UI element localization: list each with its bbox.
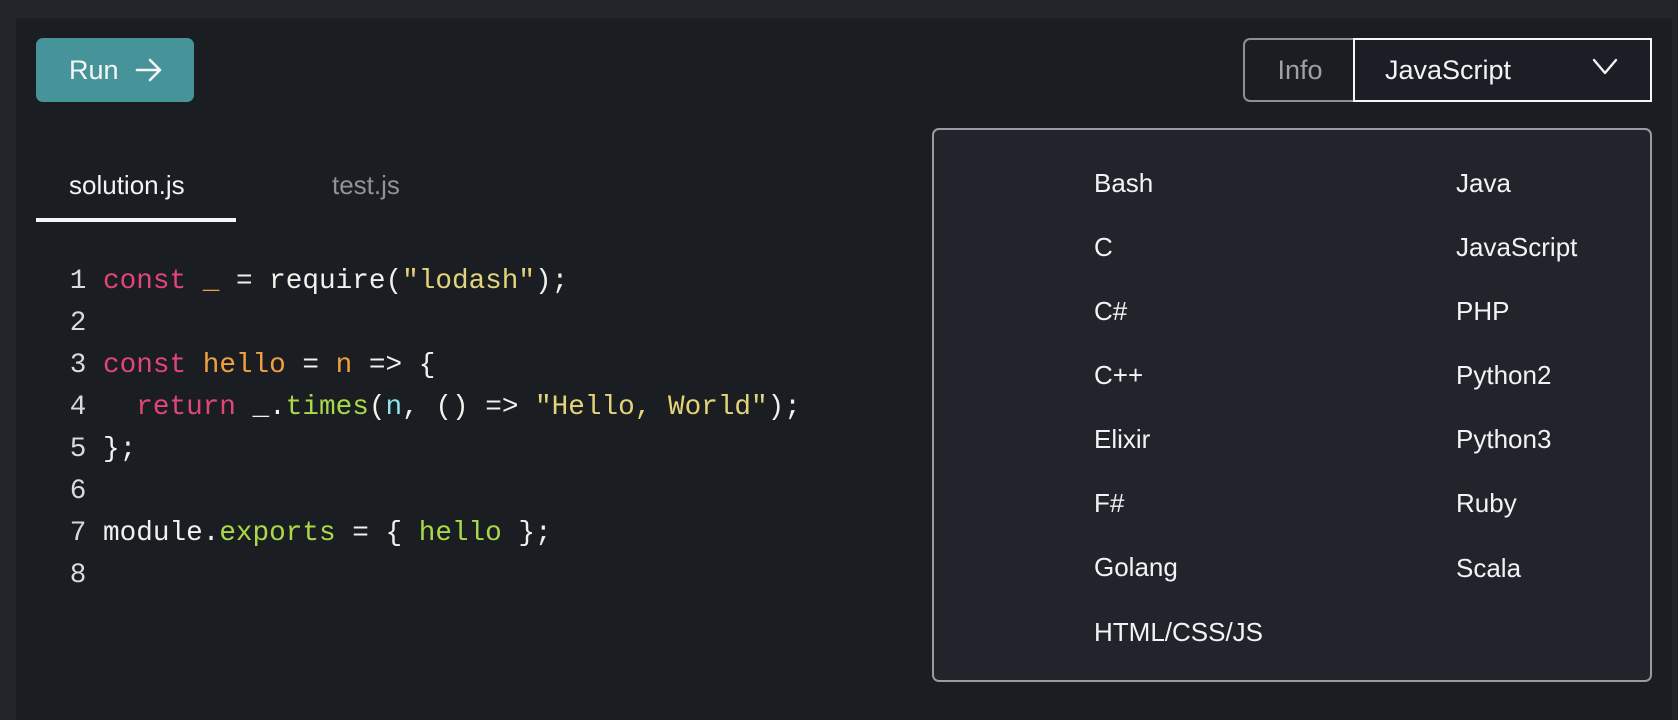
line-number: 5 bbox=[69, 434, 103, 465]
language-option-label: PHP bbox=[1456, 296, 1510, 326]
run-button[interactable]: Run bbox=[36, 38, 194, 102]
code-token: hello bbox=[418, 518, 502, 549]
language-option-ruby[interactable]: Ruby bbox=[1428, 472, 1628, 536]
code-token: = bbox=[285, 350, 336, 381]
language-option-python3[interactable]: Python3 bbox=[1428, 408, 1628, 472]
language-option-label: F# bbox=[1094, 488, 1125, 518]
code-line: 7 module.exports = { hello }; bbox=[60, 513, 801, 555]
line-source: module.exports = { hello }; bbox=[103, 513, 552, 555]
language-option-label: Ruby bbox=[1456, 488, 1517, 518]
language-option-label: C# bbox=[1094, 296, 1128, 326]
language-option-php[interactable]: PHP bbox=[1428, 280, 1628, 344]
code-token: = { bbox=[335, 518, 419, 549]
code-token: n bbox=[385, 392, 403, 423]
code-token: return bbox=[136, 392, 236, 423]
code-token: const bbox=[103, 266, 187, 297]
line-number: 6 bbox=[69, 476, 103, 507]
line-number: 8 bbox=[69, 560, 103, 591]
code-line: 6 bbox=[60, 471, 801, 513]
language-option-c[interactable]: C bbox=[1062, 216, 1352, 280]
code-token: hello bbox=[202, 350, 286, 381]
language-option-elixir[interactable]: Elixir bbox=[1062, 408, 1352, 472]
language-option-label: Python2 bbox=[1456, 360, 1552, 390]
language-option-java[interactable]: Java bbox=[1428, 152, 1628, 216]
line-number: 2 bbox=[69, 308, 103, 339]
code-token: => { bbox=[352, 350, 436, 381]
code-token: module. bbox=[103, 518, 220, 549]
arrow-right-icon bbox=[135, 58, 161, 82]
line-number: 1 bbox=[69, 266, 103, 297]
line-source: }; bbox=[103, 429, 136, 471]
language-option-label: C++ bbox=[1094, 360, 1144, 390]
line-number: 3 bbox=[69, 350, 103, 381]
code-token: "Hello, World" bbox=[535, 392, 768, 423]
language-option-golang[interactable]: Golang bbox=[1062, 536, 1352, 600]
language-option-javascript[interactable]: JavaScript bbox=[1428, 216, 1628, 280]
line-number: 7 bbox=[69, 518, 103, 549]
info-label: Info bbox=[1277, 54, 1323, 85]
code-line: 2 bbox=[60, 303, 801, 345]
code-token: }; bbox=[501, 518, 552, 549]
line-source: const hello = n => { bbox=[103, 345, 435, 387]
line-source: return _.times(n, () => "Hello, World"); bbox=[103, 387, 801, 429]
code-line: 8 bbox=[60, 555, 801, 597]
language-option-label: HTML/CSS/JS bbox=[1094, 616, 1264, 647]
language-option-html-css-js[interactable]: HTML/CSS/JS bbox=[1062, 600, 1352, 664]
code-token: _ bbox=[202, 266, 220, 297]
code-token: exports bbox=[219, 518, 336, 549]
code-token: times bbox=[285, 392, 369, 423]
code-token: n bbox=[335, 350, 353, 381]
code-token: _. bbox=[235, 392, 286, 423]
code-token: }; bbox=[103, 434, 137, 465]
tab-label: solution.js bbox=[69, 169, 185, 200]
code-token: "lodash" bbox=[402, 266, 536, 297]
code-token: = require( bbox=[219, 266, 403, 297]
tab-test-js[interactable]: test.js bbox=[332, 150, 400, 220]
language-select[interactable]: JavaScript bbox=[1353, 38, 1652, 102]
chevron-down-icon bbox=[1592, 58, 1618, 75]
code-token: const bbox=[103, 350, 187, 381]
line-number: 4 bbox=[69, 392, 103, 423]
run-button-label: Run bbox=[69, 54, 119, 85]
language-option-c-[interactable]: C++ bbox=[1062, 344, 1352, 408]
language-option-label: C bbox=[1094, 232, 1113, 262]
language-option-label: Elixir bbox=[1094, 424, 1151, 454]
code-token: ( bbox=[368, 392, 386, 423]
code-line: 1 const _ = require("lodash"); bbox=[60, 261, 801, 303]
code-line: 4 return _.times(n, () => "Hello, World"… bbox=[60, 387, 801, 429]
code-token: ); bbox=[535, 266, 569, 297]
language-option-label: Bash bbox=[1094, 168, 1154, 198]
tab-label: test.js bbox=[332, 169, 400, 200]
language-option-label: Golang bbox=[1094, 552, 1178, 582]
language-option-label: Java bbox=[1456, 168, 1511, 198]
language-option-label: Scala bbox=[1456, 552, 1522, 583]
language-option-python2[interactable]: Python2 bbox=[1428, 344, 1628, 408]
line-source: const _ = require("lodash"); bbox=[103, 261, 568, 303]
language-option-bash[interactable]: Bash bbox=[1062, 152, 1352, 216]
code-line: 5 }; bbox=[60, 429, 801, 471]
info-button[interactable]: Info bbox=[1243, 38, 1355, 102]
code-editor[interactable]: 1 const _ = require("lodash"); 2 3 const … bbox=[60, 261, 801, 597]
tab-solution-js[interactable]: solution.js bbox=[36, 150, 236, 222]
language-option-label: Python3 bbox=[1456, 424, 1552, 454]
code-line: 3 const hello = n => { bbox=[60, 345, 801, 387]
language-dropdown-menu: Bash C C# C++ Elixir F# Golang HTML/CSS/JS Java J… bbox=[932, 128, 1652, 682]
code-token: ); bbox=[767, 392, 801, 423]
code-token: , () => bbox=[402, 392, 536, 423]
language-option-scala[interactable]: Scala bbox=[1428, 536, 1628, 600]
language-option-c-[interactable]: C# bbox=[1062, 280, 1352, 344]
language-option-label: JavaScript bbox=[1456, 232, 1578, 262]
language-option-f-[interactable]: F# bbox=[1062, 472, 1352, 536]
language-select-value: JavaScript bbox=[1385, 54, 1512, 85]
